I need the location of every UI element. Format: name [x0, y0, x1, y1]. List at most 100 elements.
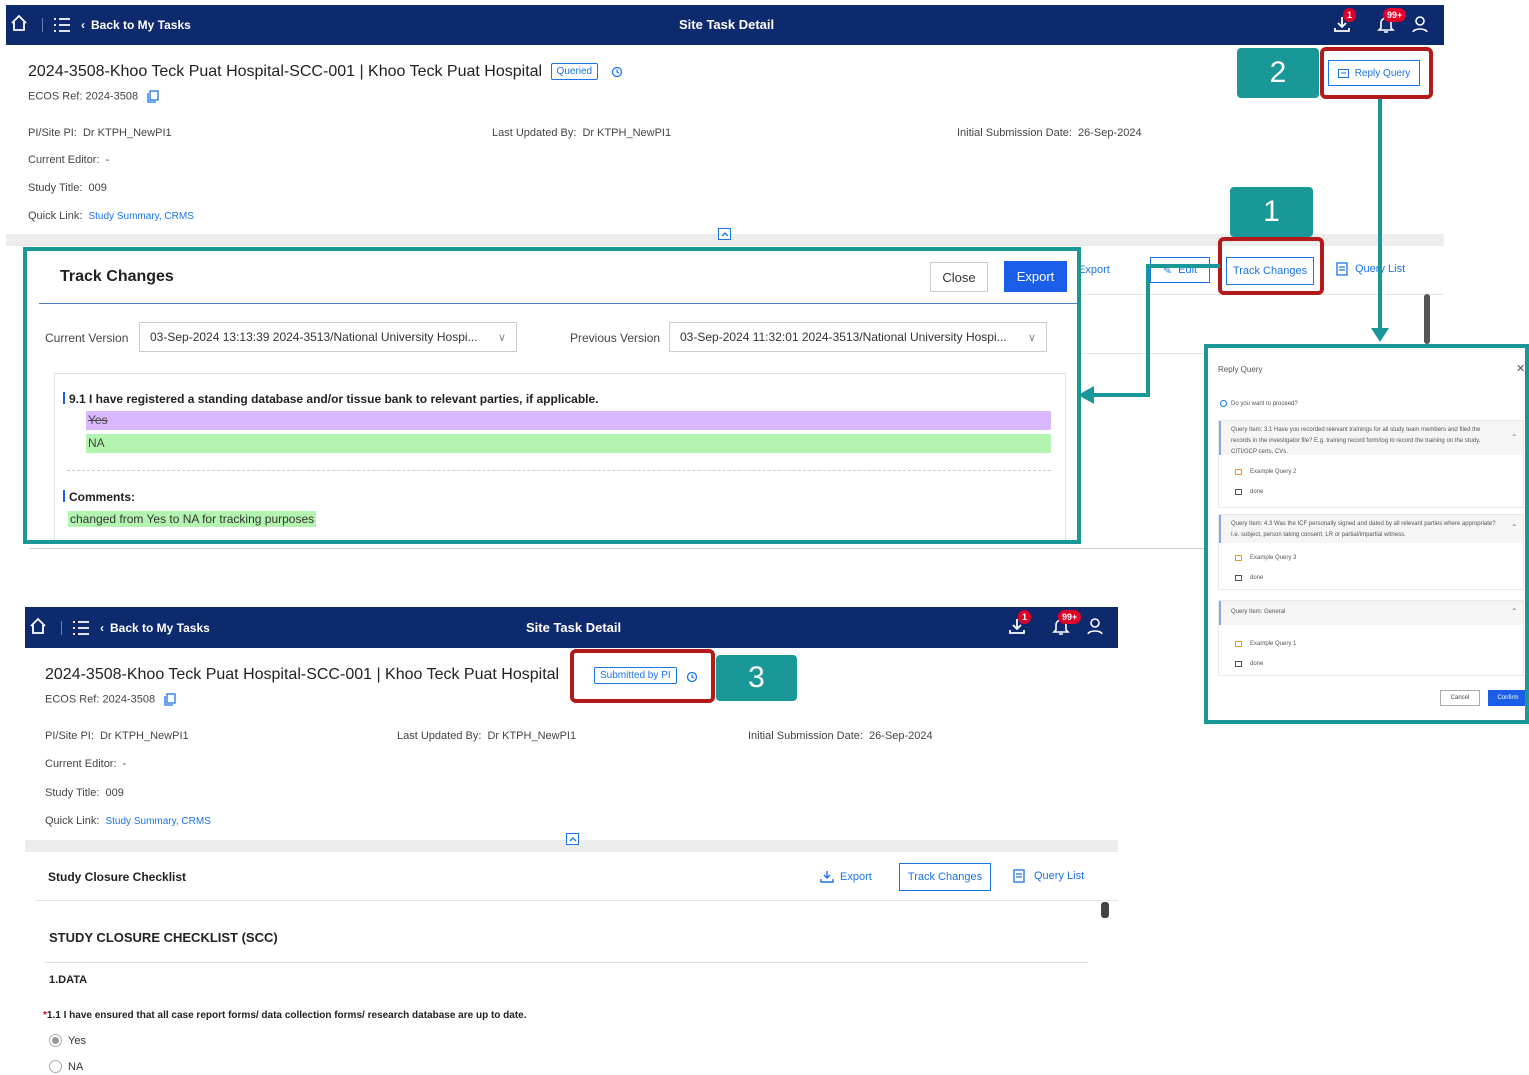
connector-1-horizontal [1146, 264, 1220, 268]
close-icon[interactable]: ✕ [1516, 362, 1525, 375]
reply-row: done [1235, 661, 1263, 667]
bottom-scrollbar-thumb[interactable] [1101, 902, 1109, 918]
radio-option-na[interactable]: NA [49, 1060, 83, 1073]
nav-title: Site Task Detail [679, 17, 775, 32]
bottom-nav-bar: ‹ Back to My Tasks Site Task Detail 1 99… [25, 607, 1118, 648]
last-updated-field: Last Updated By: Dr KTPH_NewPI1 [397, 730, 576, 742]
copy-icon[interactable] [147, 90, 159, 103]
bottom-export-button[interactable]: Export [820, 870, 872, 883]
reply-comment-icon [1235, 661, 1242, 667]
export-label: Export [1016, 269, 1055, 284]
previous-version-select[interactable]: 03-Sep-2024 11:32:01 2024-3513/National … [669, 322, 1047, 352]
user-icon[interactable] [1085, 616, 1105, 636]
current-version-label: Current Version [45, 331, 129, 345]
bell-badge: 99+ [1383, 8, 1407, 22]
download-icon[interactable]: 1 [1007, 610, 1032, 636]
user-icon[interactable] [1410, 14, 1430, 34]
bottom-track-changes-button[interactable]: Track Changes [899, 863, 991, 891]
query-item-header[interactable]: Query Item: 3.1 Have you recorded releva… [1219, 421, 1523, 455]
back-label: Back to My Tasks [91, 18, 191, 32]
ecos-ref: ECOS Ref: 2024-3508 [28, 90, 159, 103]
query-item-header[interactable]: Query Item: 4.3 Was the ICF personally s… [1219, 515, 1523, 543]
cancel-button[interactable]: Cancel [1440, 690, 1480, 706]
close-button[interactable]: Close [930, 262, 988, 292]
last-updated-label: Last Updated By: [492, 127, 577, 139]
download-icon[interactable]: 1 [1332, 8, 1357, 34]
export-icon [820, 870, 834, 883]
task-title: 2024-3508-Khoo Teck Puat Hospital-SCC-00… [28, 63, 623, 81]
query-row: Example Query 1 [1235, 641, 1296, 647]
pi-value: Dr KTPH_NewPI1 [99, 730, 189, 742]
study-title-field: Study Title: 009 [28, 182, 107, 194]
editor-value: - [105, 154, 110, 166]
back-to-my-tasks-link[interactable]: ‹ Back to My Tasks [100, 621, 210, 635]
query-item-card: Query Item: 3.1 Have you recorded releva… [1218, 420, 1524, 508]
quick-link[interactable]: Study Summary, CRMS [105, 816, 210, 827]
home-icon[interactable] [10, 14, 32, 36]
reply-text: done [1250, 489, 1264, 495]
section-title: Study Closure Checklist [48, 870, 187, 884]
top-export-button[interactable]: Export [1078, 264, 1110, 276]
comments-marker [63, 490, 65, 502]
pi-label: PI/Site PI: [28, 127, 77, 139]
connector-2-arrowhead [1371, 328, 1389, 342]
query-item-header[interactable]: Query Item: General ⌃ [1219, 601, 1523, 625]
bottom-query-list-button[interactable]: Query List [1013, 869, 1084, 883]
comments-label: Comments: [69, 490, 136, 504]
copy-icon[interactable] [164, 693, 176, 706]
proceed-text: Do you want to proceed? [1231, 400, 1298, 407]
step-badge-3: 3 [716, 655, 797, 701]
back-label: Back to My Tasks [110, 620, 210, 635]
chevron-up-icon: ⌃ [1511, 523, 1518, 532]
confirm-button[interactable]: Confirm [1488, 690, 1525, 706]
top-scrollbar-thumb[interactable] [1424, 294, 1430, 344]
previous-version-value: 03-Sep-2024 11:32:01 2024-3513/National … [680, 330, 1007, 344]
collapse-toggle-icon[interactable] [718, 228, 731, 240]
last-updated-label: Last Updated By: [397, 730, 482, 742]
submission-value: 26-Sep-2024 [1078, 127, 1142, 139]
quick-link[interactable]: Study Summary, CRMS [88, 211, 193, 222]
bell-badge: 99+ [1058, 610, 1082, 624]
query-row: Example Query 3 [1235, 555, 1296, 561]
bell-icon[interactable]: 99+ [1051, 610, 1082, 636]
step-badge-1: 1 [1230, 187, 1313, 237]
top-edit-button[interactable]: ✎ Edit [1150, 257, 1210, 283]
editor-label: Current Editor: [28, 154, 100, 166]
collapse-toggle-icon[interactable] [566, 833, 579, 845]
option-label: NA [68, 1060, 84, 1073]
chevron-up-icon: ⌃ [1511, 607, 1518, 616]
menu-icon[interactable] [72, 620, 90, 635]
study-title-label: Study Title: [45, 787, 100, 799]
added-value-row: NA [86, 434, 1051, 453]
top-query-list-button[interactable]: Query List [1336, 262, 1405, 276]
nav-icons: 1 99+ [1007, 610, 1105, 636]
top-content-divider [1074, 353, 1204, 354]
nav-title: Site Task Detail [526, 620, 622, 635]
menu-icon[interactable] [53, 18, 71, 32]
diff-question: 9.1 I have registered a standing databas… [69, 392, 599, 406]
history-icon[interactable] [611, 66, 623, 78]
reply-comment-icon [1235, 575, 1242, 581]
query-item-card: Query Item: General ⌃ Example Query 1 do… [1218, 600, 1524, 676]
query-item-header-text: Query Item: 4.3 Was the ICF personally s… [1231, 521, 1496, 538]
current-version-select[interactable]: 03-Sep-2024 13:13:39 2024-3513/National … [139, 322, 517, 352]
export-button[interactable]: Export [1004, 261, 1067, 292]
pi-field: PI/Site PI: Dr KTPH_NewPI1 [45, 730, 189, 742]
bottom-track-changes-label: Track Changes [907, 871, 983, 883]
last-updated-value: Dr KTPH_NewPI1 [582, 127, 672, 139]
submission-label: Initial Submission Date: [957, 127, 1072, 139]
home-icon[interactable] [29, 617, 51, 639]
bell-icon[interactable]: 99+ [1376, 8, 1407, 34]
chevron-up-icon: ⌃ [1511, 433, 1518, 442]
removed-value: Yes [88, 413, 108, 427]
close-label: Close [942, 269, 976, 285]
status-highlight [570, 649, 715, 703]
reply-comment-icon [1235, 489, 1242, 495]
proceed-prompt: Do you want to proceed? [1220, 400, 1298, 407]
back-to-my-tasks-link[interactable]: ‹ Back to My Tasks [81, 18, 191, 32]
ecos-ref: ECOS Ref: 2024-3508 [45, 693, 176, 706]
radio-option-yes[interactable]: Yes [49, 1034, 86, 1047]
option-label: Yes [68, 1034, 86, 1047]
editor-label: Current Editor: [45, 758, 117, 770]
pi-label: PI/Site PI: [45, 730, 94, 742]
